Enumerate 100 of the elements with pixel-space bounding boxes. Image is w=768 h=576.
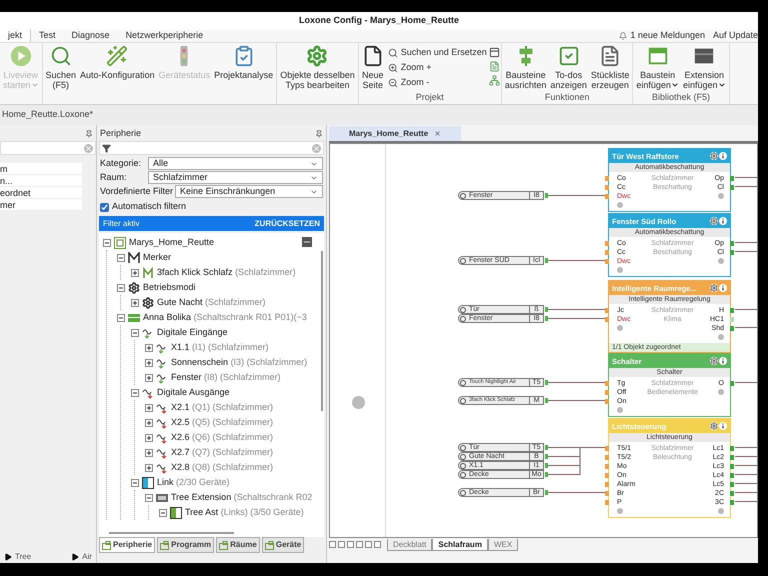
tree-item[interactable]: Link (2/30 Geräte) xyxy=(157,476,230,490)
list-item[interactable]: eordnet xyxy=(0,187,82,199)
expand-icon[interactable] xyxy=(145,464,153,472)
collapse-icon[interactable] xyxy=(117,284,125,292)
pin-icon[interactable] xyxy=(315,130,323,138)
ribbon-button[interactable]: Objekte desselben Typs bearbeiten xyxy=(278,45,357,90)
tree-item[interactable]: 3fach Klick Schlafz (Schlafzimmer) xyxy=(157,266,296,280)
ribbon-small-button[interactable]: Zoom - xyxy=(386,75,489,90)
expand-icon[interactable] xyxy=(145,374,153,382)
tree-item[interactable]: Betriebsmodi xyxy=(143,280,196,294)
info-icon[interactable] xyxy=(719,217,727,225)
add-input-icon[interactable] xyxy=(617,508,623,514)
tree-item[interactable]: Digitale Eingänge xyxy=(157,326,228,340)
list-item[interactable]: n... xyxy=(0,175,82,187)
expand-icon[interactable] xyxy=(145,344,153,352)
horizontal-scrollbar[interactable] xyxy=(109,532,234,534)
gear-icon[interactable] xyxy=(710,152,718,160)
gear-icon[interactable] xyxy=(710,284,718,292)
tree-item[interactable]: Sonnenschein (I3) (Schlafzimmer) xyxy=(171,356,308,370)
panel-tab[interactable]: Tree xyxy=(4,551,32,563)
tree-item[interactable]: Merker xyxy=(143,250,172,264)
ribbon-button[interactable]: Suchen (F5) xyxy=(44,45,78,90)
update-link[interactable]: Auf Update xyxy=(712,29,758,42)
collapse-icon[interactable] xyxy=(117,254,125,262)
ribbon-button[interactable]: Bausteine ausrichten xyxy=(502,45,548,90)
tree-item[interactable]: Marys_Home_Reutte xyxy=(129,236,214,250)
ribbon-button[interactable]: Baustein einfügen xyxy=(634,45,681,90)
list-item[interactable]: m xyxy=(0,163,82,175)
checkbox[interactable] xyxy=(100,202,109,212)
filter-field[interactable] xyxy=(99,141,324,155)
list-item[interactable]: mer xyxy=(0,199,82,211)
expand-icon[interactable] xyxy=(145,448,153,456)
expand-icon[interactable] xyxy=(131,268,139,276)
collapse-icon[interactable] xyxy=(159,508,167,516)
add-input-icon[interactable] xyxy=(617,267,623,273)
editor-tab[interactable]: Marys_Home_Reutte xyxy=(329,126,462,141)
tree-item[interactable]: X2.1 (Q1) (Schlafzimmer) xyxy=(171,400,274,414)
search-field[interactable] xyxy=(0,141,96,155)
ribbon-small-button[interactable]: Zoom + xyxy=(386,60,489,75)
info-icon[interactable] xyxy=(719,284,727,292)
tree-item[interactable]: Gute Nacht (Schlafzimmer) xyxy=(157,296,266,310)
panel-tab[interactable]: Peripherie xyxy=(99,537,156,553)
tree-item[interactable]: X2.7 (Q7) (Schlafzimmer) xyxy=(171,446,274,460)
collapse-icon[interactable] xyxy=(117,314,125,322)
collapse-all-icon[interactable] xyxy=(302,237,312,247)
tree-item[interactable]: Digitale Ausgänge xyxy=(157,386,230,400)
add-input-icon[interactable] xyxy=(617,407,623,413)
gear-icon[interactable] xyxy=(710,422,718,430)
panel-tab[interactable]: Air xyxy=(71,551,92,563)
dropdown-field[interactable]: Keine Einschränkungen xyxy=(175,185,323,198)
sheet-tab[interactable]: Deckblatt xyxy=(387,538,432,550)
collapse-icon[interactable] xyxy=(145,494,153,502)
tree-item[interactable]: Fenster (I8) (Schlafzimmer) xyxy=(171,370,281,384)
expand-icon[interactable] xyxy=(145,434,153,442)
tree-item[interactable]: X1.1 (I1) (Schlafzimmer) xyxy=(171,340,269,354)
panel-tab[interactable]: Programm xyxy=(157,537,214,553)
expand-icon[interactable] xyxy=(145,358,153,366)
dropdown-field[interactable]: Alle xyxy=(148,157,323,170)
menu-tab[interactable]: Test xyxy=(31,29,64,42)
expand-icon[interactable] xyxy=(131,298,139,306)
ribbon-button[interactable]: Stückliste erzeugen xyxy=(588,45,632,90)
tree-item[interactable]: X2.5 (Q5) (Schlafzimmer) xyxy=(171,416,274,430)
tree-item[interactable]: X2.6 (Q6) (Schlafzimmer) xyxy=(171,430,274,444)
tree-item[interactable]: X2.8 (Q8) (Schlafzimmer) xyxy=(171,460,274,474)
bell-icon[interactable] xyxy=(619,32,628,40)
tree-item[interactable]: Anna Bolika (Schaltschrank R01 P01)(~3 xyxy=(143,310,307,324)
notifications-link[interactable]: 1 neue Meldungen xyxy=(630,28,705,42)
ribbon-small-button[interactable]: Suchen und Ersetzen xyxy=(386,45,489,60)
ribbon-button[interactable]: Projektanalyse xyxy=(212,45,276,80)
tree-item[interactable]: Tree Extension (Schaltschrank R02 xyxy=(171,490,312,504)
vertical-scrollbar[interactable] xyxy=(321,251,323,411)
collapse-icon[interactable] xyxy=(131,328,139,336)
sheet-tab[interactable]: Schlafraum xyxy=(432,538,488,550)
expand-icon[interactable] xyxy=(145,404,153,412)
add-input-icon[interactable] xyxy=(617,325,623,331)
ribbon-button[interactable]: Extension einfügen xyxy=(680,45,728,90)
info-icon[interactable] xyxy=(719,422,727,430)
info-icon[interactable] xyxy=(719,152,727,160)
expand-icon[interactable] xyxy=(145,418,153,426)
menu-tab[interactable]: Netzwerkperipherie xyxy=(118,29,212,42)
panel-tab[interactable]: Räume xyxy=(216,537,260,553)
ribbon-button[interactable]: Auto-Konfiguration xyxy=(78,45,157,80)
pin-icon[interactable] xyxy=(85,130,93,138)
close-icon[interactable] xyxy=(434,130,442,137)
network-icon[interactable] xyxy=(488,75,500,86)
collapse-icon[interactable] xyxy=(131,478,139,486)
info-icon[interactable] xyxy=(719,357,727,365)
tree-item[interactable]: Tree Ast (Links) (3/50 Geräte) xyxy=(185,506,304,520)
document-tab[interactable]: Home_Reutte.Loxone* xyxy=(0,108,94,122)
collapse-icon[interactable] xyxy=(103,238,111,246)
reset-link[interactable]: ZURÜCKSETZEN xyxy=(254,218,320,230)
layout-icon[interactable] xyxy=(488,47,500,58)
ribbon-button[interactable]: To-dos anzeigen xyxy=(548,45,589,90)
panel-tab[interactable]: Geräte xyxy=(262,537,304,553)
dropdown-field[interactable]: Schlafzimmer xyxy=(148,171,323,184)
gear-icon[interactable] xyxy=(710,357,718,365)
add-input-icon[interactable] xyxy=(617,202,623,208)
ribbon-button[interactable]: Neue Seite xyxy=(360,45,386,90)
menu-tab[interactable]: Diagnose xyxy=(64,29,118,42)
gear-icon[interactable] xyxy=(710,217,718,225)
